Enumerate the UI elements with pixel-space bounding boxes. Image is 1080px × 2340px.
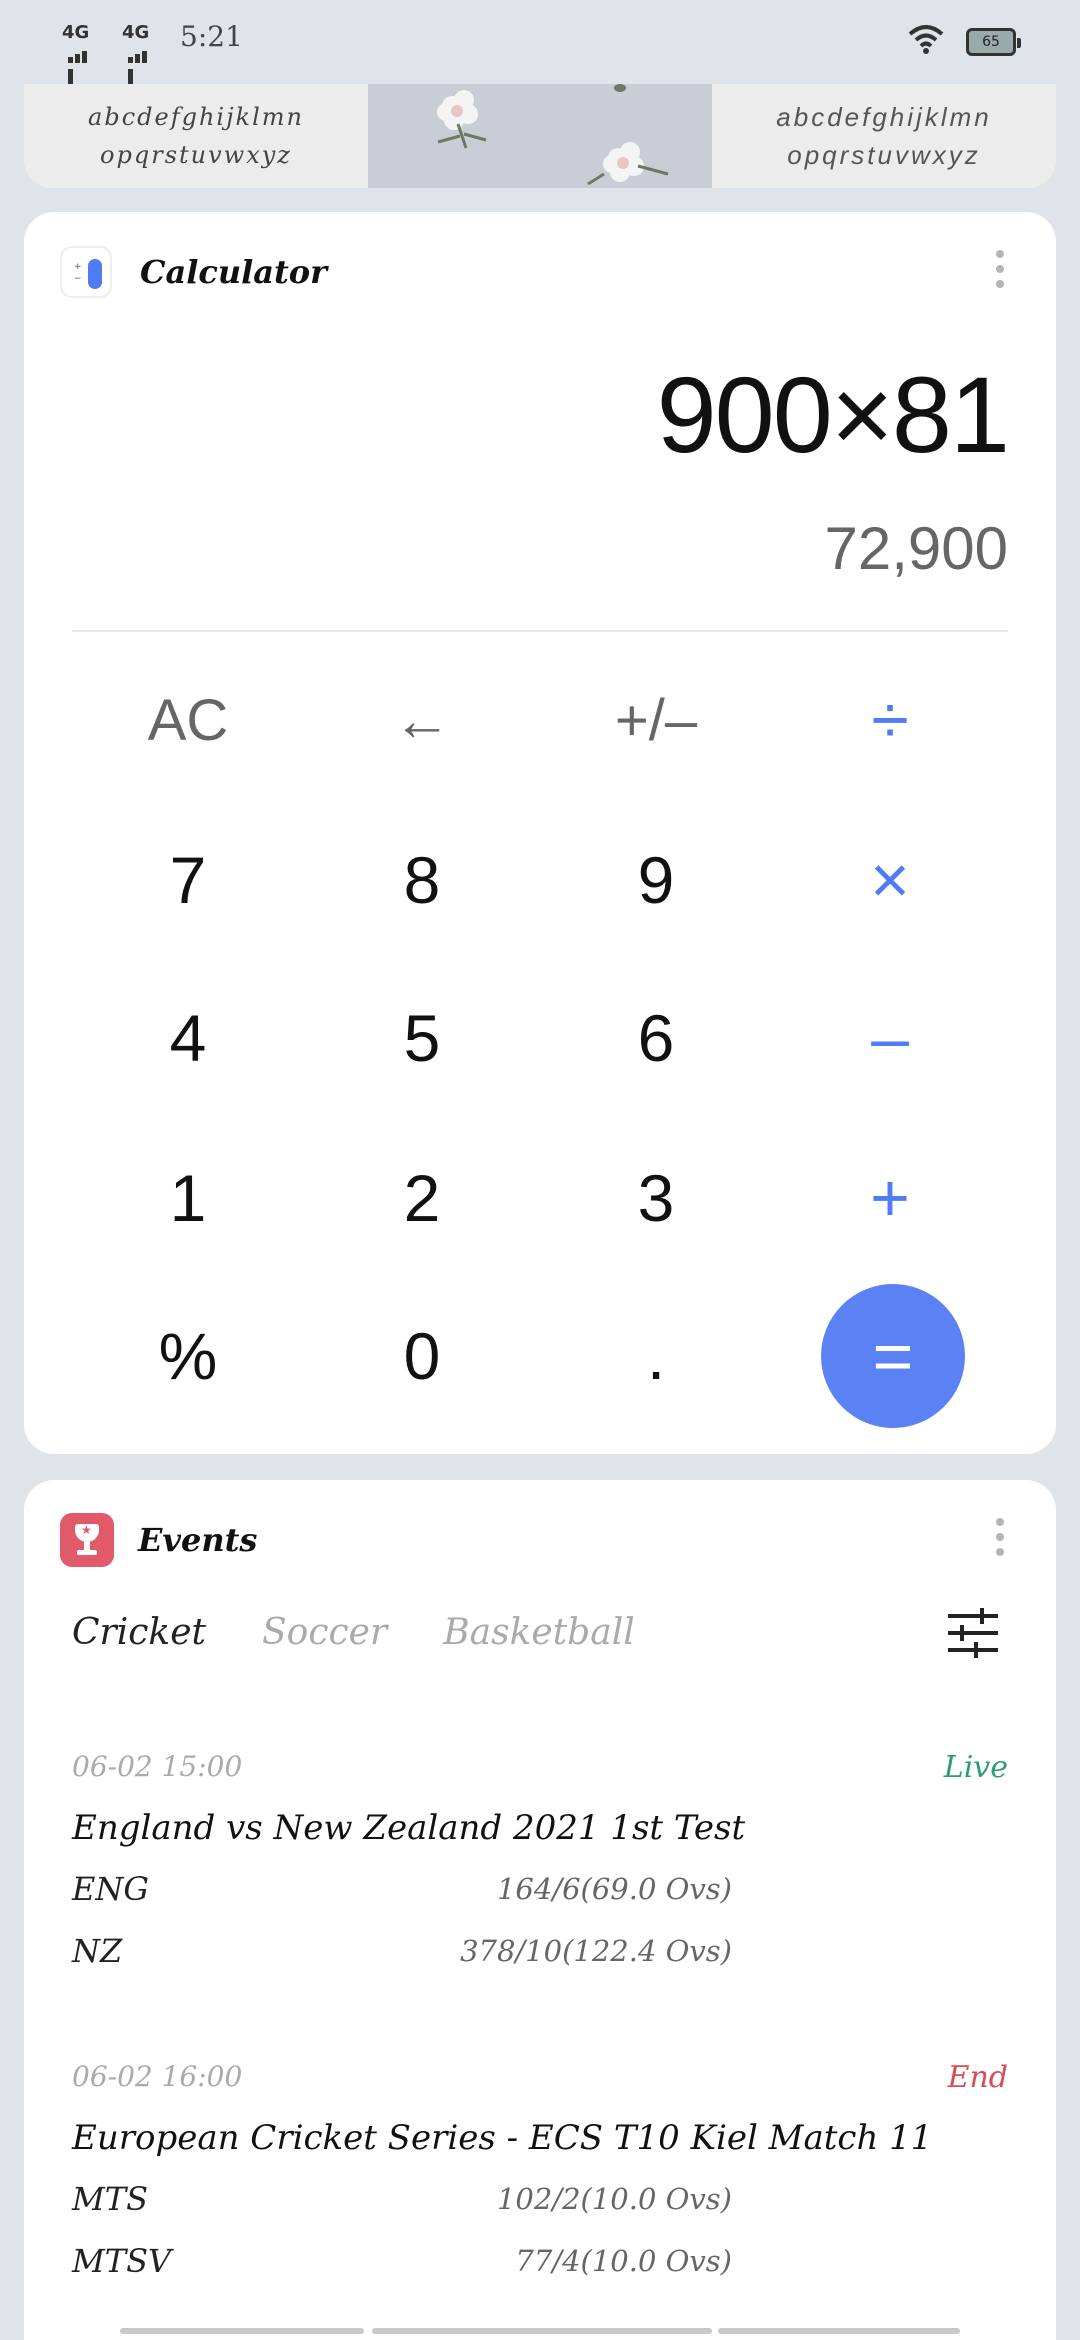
key-6[interactable]: 6 — [556, 978, 756, 1098]
page-indicator — [120, 2328, 364, 2334]
team-score: 378/10(122.4 Ovs) — [460, 1934, 732, 1968]
page-indicator — [718, 2328, 960, 2334]
calculator-header: + − Calculator — [60, 244, 327, 300]
team-score: 164/6(69.0 Ovs) — [496, 1872, 732, 1906]
match-card[interactable]: 06-02 15:00 Live England vs New Zealand … — [72, 1750, 1008, 1980]
font-sample-line1: abcdefghijklmn — [776, 102, 992, 132]
page-indicator — [372, 2328, 712, 2334]
key-5[interactable]: 5 — [322, 978, 522, 1098]
font-option-italic[interactable]: abcdefghijklmn opqrstuvwxyz — [24, 84, 368, 188]
status-bar: 4G 4G 5:21 65 — [0, 0, 1080, 84]
team-score: 77/4(10.0 Ovs) — [515, 2244, 732, 2278]
cell-signal-1: 4G — [62, 22, 90, 84]
key-2[interactable]: 2 — [322, 1138, 522, 1258]
key-8[interactable]: 8 — [322, 820, 522, 940]
cell-signal-2: 4G — [122, 22, 150, 84]
font-sample-line2: opqrstuvwxyz — [100, 141, 292, 169]
battery-icon: 65 — [966, 28, 1021, 56]
team-score: 102/2(10.0 Ovs) — [496, 2182, 732, 2216]
sport-tabs: Cricket Soccer Basketball — [72, 1612, 635, 1653]
team-name: MTS — [72, 2180, 149, 2218]
key-decimal[interactable]: . — [556, 1296, 756, 1416]
calculator-title: Calculator — [140, 253, 327, 291]
key-1[interactable]: 1 — [88, 1138, 288, 1258]
key-equals[interactable]: = — [821, 1284, 965, 1428]
tab-soccer[interactable]: Soccer — [262, 1612, 387, 1653]
match-status-badge: Live — [943, 1750, 1008, 1785]
key-multiply[interactable]: × — [790, 820, 990, 940]
signal-1-label: 4G — [62, 22, 90, 43]
trophy-icon: ★ — [60, 1513, 114, 1567]
match-title: England vs New Zealand 2021 1st Test — [72, 1808, 746, 1848]
key-3[interactable]: 3 — [556, 1138, 756, 1258]
calculator-result: 72,900 — [824, 515, 1008, 582]
calculator-app-icon: + − — [60, 246, 112, 298]
key-0[interactable]: 0 — [322, 1296, 522, 1416]
team-name: MTSV — [72, 2242, 172, 2280]
filter-settings-icon[interactable] — [946, 1606, 1000, 1660]
font-option-rounded[interactable]: abcdefghijklmn opqrstuvwxyz — [712, 84, 1056, 188]
key-backspace[interactable]: ← — [322, 660, 522, 780]
key-7[interactable]: 7 — [88, 820, 288, 940]
key-plus[interactable]: + — [790, 1138, 990, 1258]
signal-bars-icon — [128, 42, 149, 84]
calculator-widget: + − Calculator 900×81 72,900 AC ← +/– ÷ 7… — [24, 212, 1056, 1454]
match-card[interactable]: 06-02 16:00 End European Cricket Series … — [72, 2060, 1008, 2290]
calculator-more-icon[interactable] — [996, 250, 1004, 295]
key-percent[interactable]: % — [88, 1296, 288, 1416]
flower-wallpaper-thumbnail[interactable] — [368, 84, 712, 188]
calculator-expression: 900×81 — [656, 354, 1010, 475]
team-name: ENG — [72, 1870, 149, 1908]
font-sample-line2: opqrstuvwxyz — [787, 140, 981, 170]
tab-cricket[interactable]: Cricket — [72, 1612, 206, 1653]
match-time: 06-02 16:00 — [72, 2060, 243, 2093]
font-preview-card[interactable]: abcdefghijklmn opqrstuvwxyz abcdefghijkl… — [24, 84, 1056, 188]
key-divide[interactable]: ÷ — [790, 660, 990, 780]
flower-image — [437, 84, 669, 186]
match-time: 06-02 15:00 — [72, 1750, 243, 1783]
battery-level: 65 — [982, 34, 1000, 50]
events-more-icon[interactable] — [996, 1518, 1004, 1563]
tab-basketball[interactable]: Basketball — [443, 1612, 635, 1653]
events-title: Events — [138, 1521, 258, 1559]
wifi-icon — [908, 25, 944, 54]
key-clear[interactable]: AC — [88, 660, 288, 780]
calculator-divider — [72, 630, 1008, 632]
signal-bars-icon — [68, 42, 89, 84]
events-header: ★ Events — [60, 1512, 257, 1568]
key-9[interactable]: 9 — [556, 820, 756, 940]
status-time: 5:21 — [180, 20, 243, 53]
match-status-badge: End — [947, 2060, 1008, 2095]
font-sample-line1: abcdefghijklmn — [88, 103, 304, 131]
signal-2-label: 4G — [122, 22, 150, 43]
match-title: European Cricket Series - ECS T10 Kiel M… — [72, 2118, 933, 2158]
events-widget: ★ Events Cricket Soccer Basketball 06-02… — [24, 1480, 1056, 2340]
key-4[interactable]: 4 — [88, 978, 288, 1098]
team-name: NZ — [72, 1932, 123, 1970]
key-minus[interactable]: – — [790, 978, 990, 1098]
key-plus-minus[interactable]: +/– — [556, 660, 756, 780]
